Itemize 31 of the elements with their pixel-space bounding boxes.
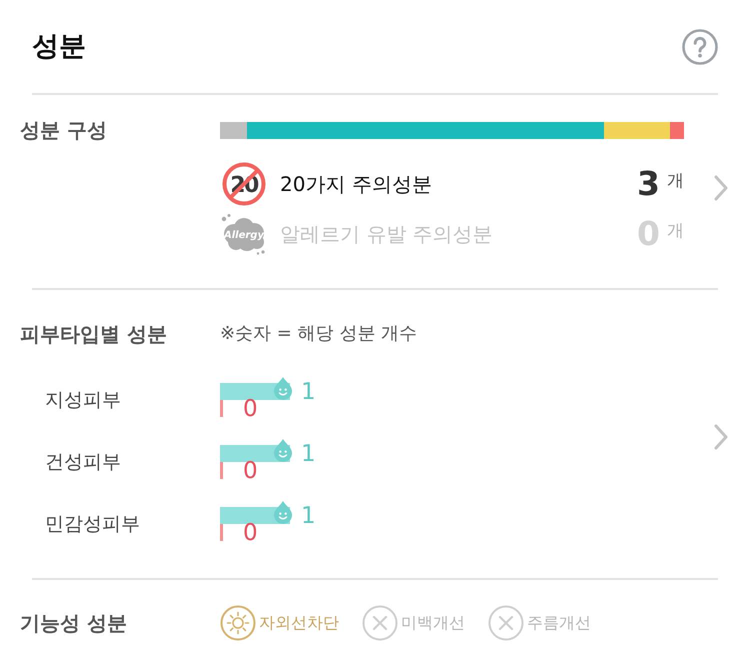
bad-ingredient-count: 0 [243, 522, 258, 544]
bad-ingredient-count: 0 [243, 398, 258, 420]
function-label: 자외선차단 [259, 612, 339, 634]
function-label: 미백개선 [401, 612, 465, 634]
bad-ingredient-count: 0 [243, 460, 258, 482]
smiling-drop-icon [274, 501, 292, 524]
good-ingredient-count: 1 [301, 442, 316, 464]
smiling-drop-icon [274, 377, 292, 400]
skin-type-label: 지성피부 [45, 388, 121, 413]
good-ingredient-count: 1 [301, 504, 316, 526]
section-title: 성분 구성 [20, 117, 107, 144]
count-unit: 개 [667, 220, 684, 243]
section-title: 피부타입별 성분 [20, 321, 167, 348]
legend-note: ※숫자 = 해당 성분 개수 [220, 322, 418, 346]
caution-label: 20가지 주의성분 [280, 171, 432, 198]
chevron-right-icon[interactable] [714, 174, 728, 200]
caution-label: 알레르기 유발 주의성분 [280, 221, 493, 248]
sun-icon [220, 605, 256, 641]
x-circle-icon [488, 605, 524, 641]
skin-type-label: 민감성피부 [45, 512, 140, 537]
x-circle-icon [362, 605, 398, 641]
section-title: 기능성 성분 [20, 610, 127, 637]
smiling-drop-icon [274, 439, 292, 462]
help-icon[interactable] [682, 28, 718, 64]
skin-type-label: 건성피부 [45, 450, 121, 475]
function-label: 주름개선 [527, 612, 591, 634]
chevron-right-icon[interactable] [714, 424, 728, 450]
caution-count: 3 [637, 165, 660, 203]
count-unit: 개 [667, 170, 684, 193]
page-title: 성분 [32, 30, 86, 64]
good-ingredient-count: 1 [301, 380, 316, 402]
